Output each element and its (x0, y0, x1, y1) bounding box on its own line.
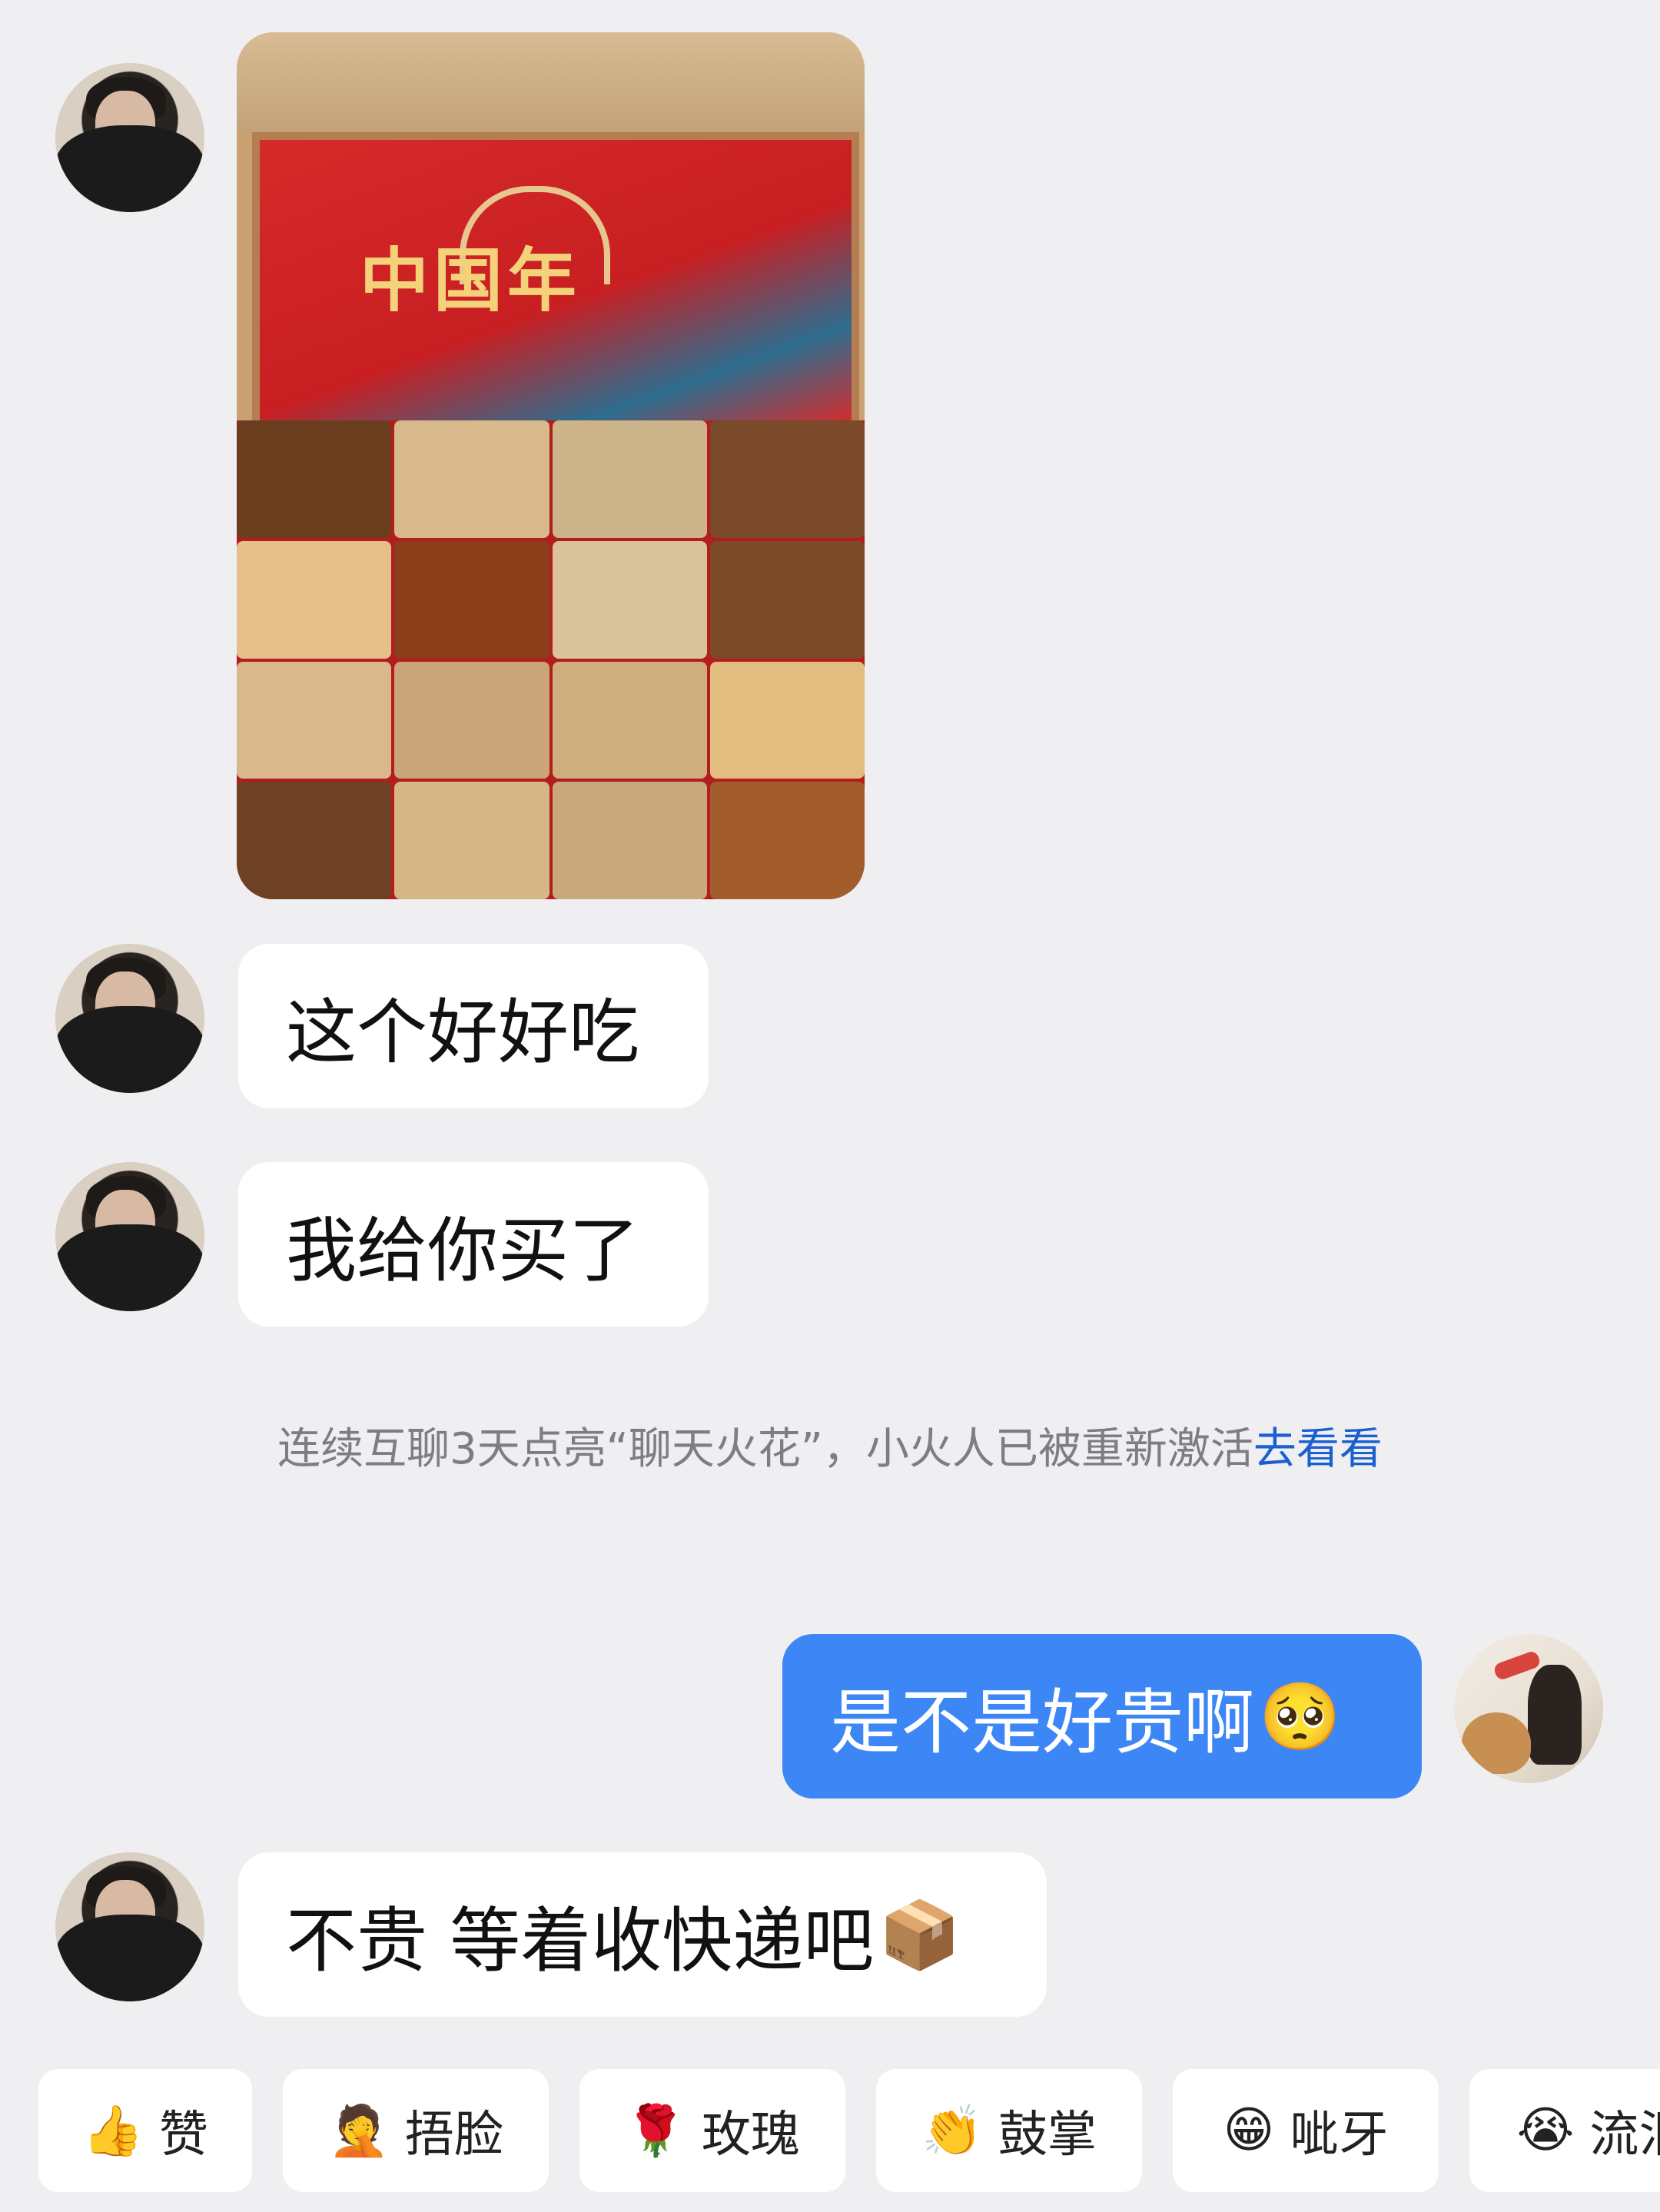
image-message[interactable]: 中国年 (237, 32, 865, 899)
contact-avatar[interactable] (55, 63, 204, 212)
avatar-dog (1462, 1712, 1531, 1774)
notice-link[interactable]: 去看看 (1253, 1424, 1383, 1474)
facepalm-icon: 🤦 (328, 2102, 390, 2160)
nut-cell (394, 782, 549, 899)
avatar-shirt (55, 1224, 204, 1311)
nut-cell (237, 540, 392, 659)
nut-cell (552, 540, 707, 659)
avatar-shirt (55, 1915, 204, 2001)
message-text: 不贵 等着收快递吧 (286, 1899, 875, 1982)
package-icon: 📦 (878, 1896, 961, 1974)
grinning-face-icon: 😁 (1223, 2102, 1275, 2159)
nut-cell (394, 420, 549, 538)
avatar-shirt (55, 1006, 204, 1093)
reaction-chip-grin[interactable]: 😁 呲牙 (1173, 2069, 1439, 2192)
nut-cell (394, 661, 549, 779)
contact-avatar[interactable] (55, 1162, 204, 1311)
nut-cell (552, 661, 707, 779)
nut-cell (709, 540, 865, 659)
rose-icon: 🌹 (625, 2102, 686, 2160)
nut-cell (552, 782, 707, 899)
nut-cell (552, 420, 707, 538)
nut-cell (237, 782, 392, 899)
message-text: 我给你买了 (286, 1209, 640, 1292)
nuts-grid (237, 420, 865, 899)
nut-cell (709, 782, 865, 899)
crying-face-icon: 😭 (1516, 2102, 1575, 2159)
contact-avatar[interactable] (55, 944, 204, 1093)
reaction-label: 捂脸 (404, 2107, 503, 2164)
reaction-label: 呲牙 (1290, 2107, 1389, 2164)
message-bubble[interactable]: 我给你买了 (238, 1162, 709, 1327)
message-bubble[interactable]: 这个好好吃 (238, 944, 709, 1108)
my-message-bubble[interactable]: 是不是好贵啊 🥺 (782, 1634, 1422, 1798)
message-bubble[interactable]: 不贵 等着收快递吧 📦 (238, 1852, 1047, 2017)
reaction-label: 流泪 (1589, 2107, 1660, 2164)
avatar-hair (1528, 1665, 1582, 1765)
reaction-chip-rose[interactable]: 🌹 玫瑰 (579, 2069, 845, 2192)
nut-cell (394, 540, 549, 659)
notice-text: 连续互聊3天点亮“聊天火花”，小火人已被重新激活 (277, 1424, 1253, 1474)
gift-box-lid: 中国年 (252, 132, 859, 432)
reaction-chip-like[interactable]: 👍 赞 (38, 2069, 252, 2192)
reaction-chip-clap[interactable]: 👏 鼓掌 (876, 2069, 1142, 2192)
nut-cell (237, 420, 392, 538)
message-text: 是不是好贵啊 (830, 1681, 1255, 1764)
nut-cell (709, 420, 865, 538)
contact-avatar[interactable] (55, 1852, 204, 2001)
thumbs-up-icon: 👍 (82, 2102, 144, 2160)
reaction-label: 赞 (158, 2107, 208, 2164)
nut-cell (237, 661, 392, 779)
message-text: 这个好好吃 (286, 991, 640, 1074)
reaction-chip-cry[interactable]: 😭流泪 (1469, 2069, 1660, 2192)
pleading-face-icon: 🥺 (1259, 1678, 1342, 1755)
reaction-label: 鼓掌 (998, 2107, 1097, 2164)
quick-reaction-bar: 👍赞 🤦捂脸 🌹 玫瑰 👏 鼓掌 😁 呲牙 😭流泪 (38, 2069, 1660, 2192)
chat-spark-notice: 连续互聊3天点亮“聊天火花”，小火人已被重新激活去看看 (254, 1414, 1406, 1485)
avatar-shirt (55, 125, 204, 212)
reaction-label: 玫瑰 (701, 2107, 800, 2164)
nut-cell (709, 661, 865, 779)
reaction-chip-facepalm[interactable]: 🤦 捂脸 (283, 2069, 549, 2192)
my-avatar[interactable] (1454, 1634, 1603, 1783)
box-top (237, 32, 865, 132)
gift-box-title: 中国年 (360, 240, 581, 321)
clapping-hands-icon: 👏 (921, 2102, 983, 2160)
